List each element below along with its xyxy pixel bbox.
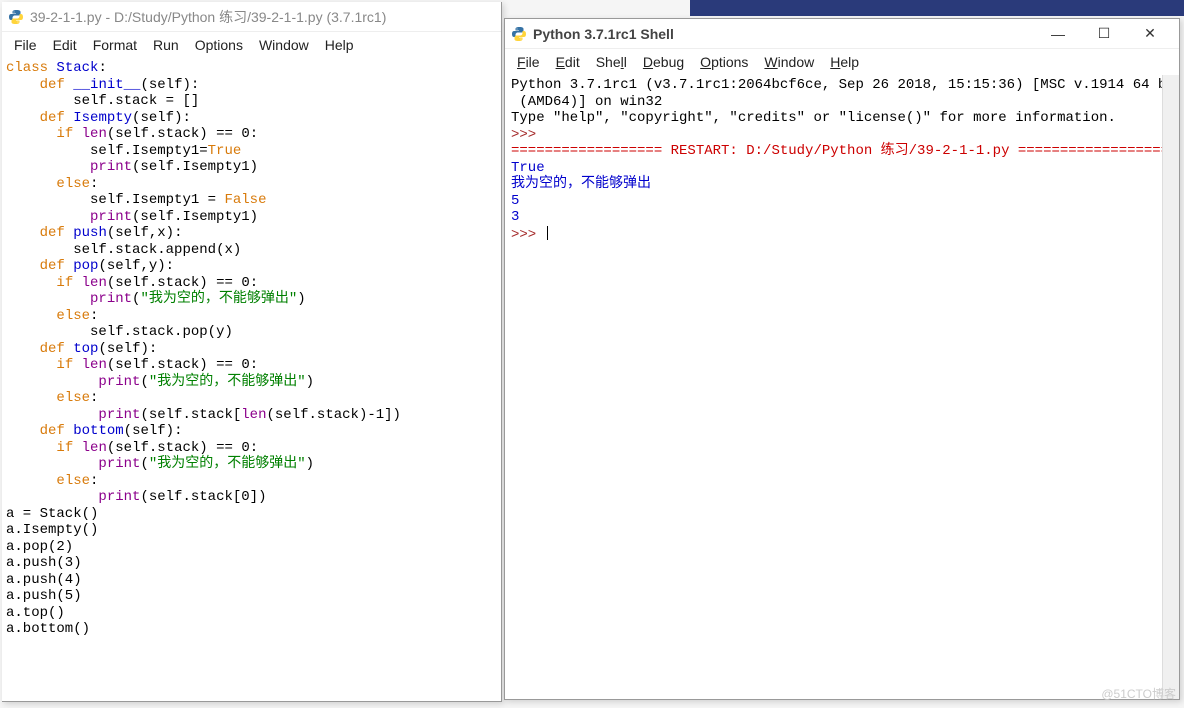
python-icon [511,26,527,42]
shell-menu-window[interactable]: Window [756,52,822,72]
menu-options[interactable]: Options [187,35,251,55]
idle-shell-window: Python 3.7.1rc1 Shell — ☐ ✕ File Edit Sh… [504,18,1180,700]
menu-format[interactable]: Format [85,35,145,55]
maximize-button[interactable]: ☐ [1081,19,1127,49]
shell-title-text: Python 3.7.1rc1 Shell [533,26,1035,42]
output-5: 5 [511,193,519,209]
menu-window[interactable]: Window [251,35,317,55]
shell-menu-help[interactable]: Help [822,52,867,72]
output-empty-msg: 我为空的，不能够弹出 [511,176,651,192]
close-button[interactable]: ✕ [1127,19,1173,49]
menu-run[interactable]: Run [145,35,187,55]
output-3: 3 [511,209,519,225]
shell-titlebar[interactable]: Python 3.7.1rc1 Shell — ☐ ✕ [505,19,1179,49]
shell-menu-options[interactable]: Options [692,52,756,72]
shell-menu-file[interactable]: File [509,52,548,72]
shell-scrollbar[interactable] [1162,75,1179,699]
restart-line: ================== RESTART: D:/Study/Pyt… [511,143,1169,159]
menu-help[interactable]: Help [317,35,362,55]
editor-title-text: 39-2-1-1.py - D:/Study/Python 练习/39-2-1-… [30,7,495,27]
shell-help-line: Type "help", "copyright", "credits" or "… [511,110,1116,126]
obscured-app-bar [690,0,1184,16]
shell-menubar: File Edit Shell Debug Options Window Hel… [505,49,1179,75]
shell-output-area[interactable]: Python 3.7.1rc1 (v3.7.1rc1:2064bcf6ce, S… [505,75,1179,699]
idle-editor-window: 39-2-1-1.py - D:/Study/Python 练习/39-2-1-… [2,2,502,702]
shell-menu-shell[interactable]: Shell [588,52,635,72]
menu-edit[interactable]: Edit [45,35,85,55]
shell-prompt: >>> [511,127,536,143]
editor-menubar: File Edit Format Run Options Window Help [2,32,501,58]
menu-file[interactable]: File [6,35,45,55]
shell-menu-edit[interactable]: Edit [548,52,588,72]
output-true: True [511,160,545,176]
shell-prompt-final: >>> [511,227,536,243]
window-buttons: — ☐ ✕ [1035,19,1173,49]
text-cursor [547,226,548,240]
shell-version-1: Python 3.7.1rc1 (v3.7.1rc1:2064bcf6ce, S… [511,77,1179,93]
watermark-text: @51CTO博客 [1101,685,1176,702]
shell-menu-debug[interactable]: Debug [635,52,692,72]
editor-titlebar[interactable]: 39-2-1-1.py - D:/Study/Python 练习/39-2-1-… [2,2,501,32]
code-editor-area[interactable]: class Stack: def __init__(self): self.st… [2,58,501,701]
shell-version-2: (AMD64)] on win32 [511,94,662,110]
python-icon [8,9,24,25]
minimize-button[interactable]: — [1035,19,1081,49]
